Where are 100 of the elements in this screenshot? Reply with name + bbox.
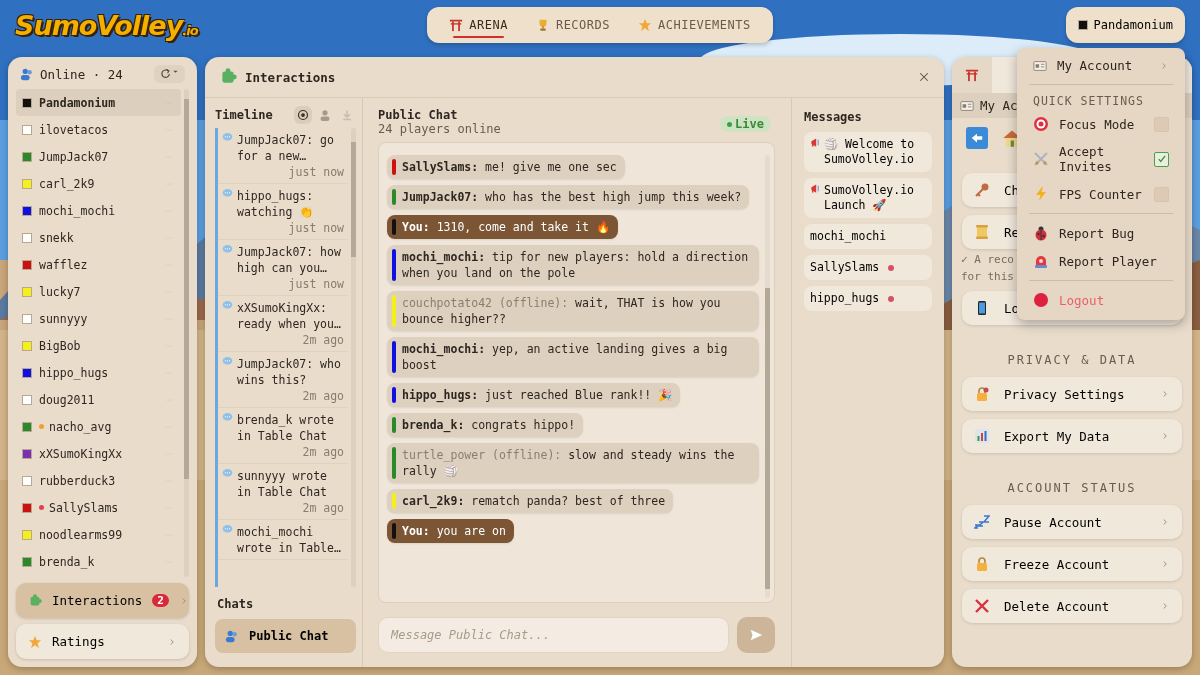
conversation-item[interactable]: mochi_mochi <box>804 224 932 249</box>
megaphone-icon <box>810 183 821 194</box>
target-icon <box>297 109 309 121</box>
cross-icon <box>974 598 990 614</box>
send-icon <box>749 628 763 642</box>
scrollbar[interactable] <box>351 128 356 587</box>
settings-row[interactable]: Export My Data <box>962 419 1182 453</box>
people-icon <box>225 629 239 643</box>
timeline-entry[interactable]: JumpJack07: how high can you… <box>237 244 344 276</box>
player-row[interactable]: snekk <box>16 224 181 251</box>
player-name: JumpJack07 <box>39 149 110 164</box>
conversation-label: SallySlams <box>810 260 880 275</box>
refresh-button[interactable] <box>154 65 185 83</box>
people-icon <box>20 67 34 81</box>
player-name: brenda_k <box>39 554 96 569</box>
speech-bubble-icon <box>222 300 233 311</box>
key-icon <box>974 182 990 198</box>
crossed-swords-icon <box>1033 151 1049 167</box>
player-row[interactable]: doug2011 <box>16 386 181 413</box>
player-row[interactable]: JumpJack07 <box>16 143 181 170</box>
timeline-entry[interactable]: xXSumoKingXx: ready when you… <box>237 300 344 332</box>
side-nav-button[interactable]: Ratings <box>16 624 189 659</box>
chat-button[interactable]: Public Chat <box>215 619 356 653</box>
id-card-icon <box>1033 58 1047 73</box>
nav-tab[interactable]: RECORDS <box>523 12 622 38</box>
bar-chart-icon <box>974 428 990 444</box>
timeline-entry[interactable]: sunnyyy wrote in Table Chat <box>237 468 344 500</box>
timeline-entry[interactable]: JumpJack07: go for a new… <box>237 132 344 164</box>
online-count: Online · 24 <box>40 66 124 82</box>
conversation-item[interactable]: SumoVolley.io Launch 🚀 <box>804 178 932 218</box>
player-row[interactable]: brenda_k <box>16 548 181 575</box>
timestamp: 2m ago <box>302 332 344 348</box>
menu-toggle-item[interactable]: Accept Invites <box>1017 138 1185 180</box>
player-row[interactable]: xXSumoKingXx <box>16 440 181 467</box>
panel-tab[interactable] <box>952 57 992 93</box>
scrollbar[interactable] <box>184 89 189 577</box>
checkbox[interactable] <box>1154 151 1169 167</box>
timeline-entry[interactable]: JumpJack07: who wins this? <box>237 356 344 388</box>
player-name: rubberduck3 <box>39 473 117 488</box>
stop-circle-icon <box>1033 292 1049 308</box>
player-row[interactable]: ilovetacos <box>16 116 181 143</box>
timeline-entry[interactable]: mochi_mochi wrote in Table… <box>237 524 344 556</box>
filter-button[interactable] <box>294 106 312 124</box>
settings-row[interactable]: Delete Account <box>962 589 1182 623</box>
close-button[interactable] <box>918 71 930 83</box>
message-input[interactable]: Message Public Chat... <box>378 617 729 653</box>
nav-tab[interactable]: ACHIEVEMENTS <box>626 12 763 38</box>
settings-row[interactable]: Freeze Account <box>962 547 1182 581</box>
conversation-item[interactable]: 🏐 Welcome to SumoVolley.io <box>804 132 932 172</box>
user-menu-button[interactable]: Pandamonium <box>1065 7 1185 43</box>
player-row[interactable]: mochi_mochi <box>16 197 181 224</box>
conversation-label: 🏐 Welcome to SumoVolley.io <box>824 137 916 167</box>
player-row[interactable]: nacho_avg <box>16 413 181 440</box>
settings-row[interactable]: Pause Account <box>962 505 1182 539</box>
menu-toggle-item[interactable]: Focus Mode <box>1017 110 1185 138</box>
lightning-icon <box>1033 186 1049 202</box>
speech-bubble-icon <box>222 188 233 199</box>
menu-item[interactable]: Report Player <box>1017 247 1185 275</box>
side-nav-button[interactable]: Interactions 2 <box>16 583 189 618</box>
menu-toggle-item[interactable]: FPS Counter <box>1017 180 1185 208</box>
player-row[interactable]: sunnyyy <box>16 305 181 332</box>
player-row[interactable]: SallySlams <box>16 494 181 521</box>
settings-row[interactable]: Privacy Settings <box>962 377 1182 411</box>
lock-icon <box>974 386 990 402</box>
player-name: wafflez <box>39 257 89 272</box>
player-name: mochi_mochi <box>39 203 117 218</box>
scrollbar[interactable] <box>765 155 770 598</box>
menu-item[interactable]: My Account <box>1017 52 1185 79</box>
player-name: hippo_hugs <box>39 365 110 380</box>
conversation-item[interactable]: hippo_hugs <box>804 286 932 311</box>
player-name: SallySlams <box>49 500 120 515</box>
sleep-icon <box>974 514 990 530</box>
player-row[interactable]: rubberduck3 <box>16 467 181 494</box>
menu-item[interactable]: Report Bug <box>1017 219 1185 247</box>
player-row[interactable]: lucky7 <box>16 278 181 305</box>
player-row[interactable]: Pandamonium <box>16 89 181 116</box>
message-text: You: 1310, come and take it 🔥 <box>402 219 610 235</box>
panel-header: My Ac <box>980 98 1018 113</box>
speech-bubble-icon <box>222 132 233 143</box>
torii-icon <box>965 68 979 82</box>
player-row[interactable]: carl_2k9 <box>16 170 181 197</box>
player-row[interactable]: hippo_hugs <box>16 359 181 386</box>
player-row[interactable]: BigBob <box>16 332 181 359</box>
player-name: xXSumoKingXx <box>39 446 124 461</box>
player-name: ilovetacos <box>39 122 110 137</box>
timeline-entry[interactable]: brenda_k wrote in Table Chat <box>237 412 344 444</box>
timestamp: just now <box>288 164 344 180</box>
message-text: hippo_hugs: just reached Blue rank!! 🎉 <box>402 387 673 403</box>
megaphone-icon <box>810 137 821 148</box>
back-button[interactable] <box>966 127 988 149</box>
player-row[interactable]: wafflez <box>16 251 181 278</box>
nav-tab[interactable]: ARENA <box>437 12 520 38</box>
conversation-item[interactable]: SallySlams <box>804 255 932 280</box>
player-name: doug2011 <box>39 392 96 407</box>
send-button[interactable] <box>737 617 775 653</box>
timestamp: 2m ago <box>302 500 344 516</box>
timeline-entry[interactable]: hippo_hugs: watching 👏 <box>237 188 344 220</box>
player-row[interactable]: noodlearms99 <box>16 521 181 548</box>
target-icon <box>1033 116 1049 132</box>
info-note: ✓ A reco for this <box>960 252 1015 285</box>
